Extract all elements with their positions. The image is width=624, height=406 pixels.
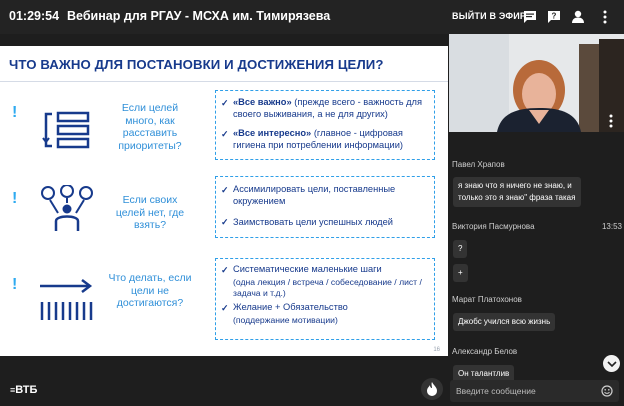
answer-item: Желание + Обязательство — [233, 302, 348, 312]
exclamation-mark: ! — [12, 190, 18, 207]
check-icon: ✓ — [221, 129, 229, 139]
answer-note: (одна лекция / встреча / собеседование /… — [233, 277, 422, 298]
chat-panel: Павел Храпов я знаю что я ничего не знаю… — [449, 132, 624, 406]
webinar-title: Вебинар для РГАУ - МСХА им. Тимирязева — [67, 9, 331, 23]
flame-icon — [427, 382, 437, 396]
message-author: Павел Храпов — [452, 160, 505, 169]
speaker-video — [449, 34, 624, 132]
message-author: Александр Белов — [452, 347, 518, 356]
page-number: 16 — [433, 347, 440, 353]
question-text: Что делать, если цели не достигаются? — [108, 272, 192, 309]
exclamation-mark: ! — [12, 104, 18, 121]
chat-icon[interactable] — [522, 9, 538, 25]
slide: ЧТО ВАЖНО ДЛЯ ПОСТАНОВКИ И ДОСТИЖЕНИЯ ЦЕ… — [0, 46, 448, 356]
answer-item: «Все интересно» (главное - цифровая гиги… — [233, 128, 403, 150]
top-bar: 01:29:54 Вебинар для РГАУ - МСХА им. Тим… — [0, 0, 624, 34]
answer-note: (поддержание мотивации) — [233, 315, 338, 325]
speaker-image — [449, 34, 624, 132]
question-icon[interactable]: ? — [546, 9, 562, 25]
message-bubble: Джобс учился всю жизнь — [453, 313, 556, 331]
message-input-placeholder: Введите сообщение — [456, 386, 536, 396]
answer-box: ✓ Систематические маленькие шаги (одна л… — [215, 258, 435, 340]
message-bubble: я знаю что я ничего не знаю, и только эт… — [453, 177, 581, 207]
scroll-down-button[interactable] — [603, 355, 620, 372]
question-text: Если своих целей нет, где взять? — [115, 194, 185, 231]
answer-item: Систематические маленькие шаги — [233, 264, 382, 274]
check-icon: ✓ — [221, 265, 229, 275]
message-time: 13:53 — [601, 222, 622, 231]
question-text: Если целей много, как расставить приорит… — [118, 102, 182, 152]
check-icon: ✓ — [221, 98, 229, 108]
answer-item: «Все важно» (прежде всего - важность для… — [233, 97, 423, 119]
chevron-down-icon — [606, 360, 617, 367]
user-icon[interactable] — [570, 9, 586, 25]
divider — [0, 81, 448, 82]
list-priority-icon — [42, 111, 90, 149]
elapsed-time: 01:29:54 — [9, 9, 60, 23]
exclamation-mark: ! — [12, 276, 18, 293]
answer-box: ✓ «Все важно» (прежде всего - важность д… — [215, 90, 435, 160]
more-vertical-icon[interactable] — [607, 114, 615, 128]
message-bubble: ? — [453, 240, 468, 258]
check-icon: ✓ — [221, 303, 229, 313]
answer-item: Заимствовать цели успешных людей — [233, 217, 393, 227]
logo-text: ВТБ — [15, 384, 38, 396]
svg-text:?: ? — [552, 12, 557, 21]
smile-icon[interactable] — [601, 385, 613, 397]
answer-box: ✓ Ассимилировать цели, поставленные окру… — [215, 176, 435, 238]
reaction-button[interactable] — [421, 378, 443, 400]
go-live-button[interactable]: ВЫЙТИ В ЭФИР — [452, 11, 526, 21]
vtb-logo: ≡ВТБ — [10, 384, 37, 396]
slide-title: ЧТО ВАЖНО ДЛЯ ПОСТАНОВКИ И ДОСТИЖЕНИЯ ЦЕ… — [9, 57, 384, 72]
check-icon: ✓ — [221, 185, 229, 195]
message-author: Марат Платохонов — [452, 295, 522, 304]
progress-arrow-icon — [40, 279, 93, 320]
team-icon — [41, 185, 93, 231]
check-icon: ✓ — [221, 217, 229, 227]
more-vertical-icon[interactable] — [597, 9, 613, 25]
presentation-area: ЧТО ВАЖНО ДЛЯ ПОСТАНОВКИ И ДОСТИЖЕНИЯ ЦЕ… — [0, 34, 448, 406]
message-input[interactable]: Введите сообщение — [450, 380, 619, 402]
answer-item: Ассимилировать цели, поставленные окруже… — [233, 184, 396, 206]
message-bubble: + — [453, 264, 468, 282]
message-author: Виктория Пасмурнова — [452, 222, 535, 231]
